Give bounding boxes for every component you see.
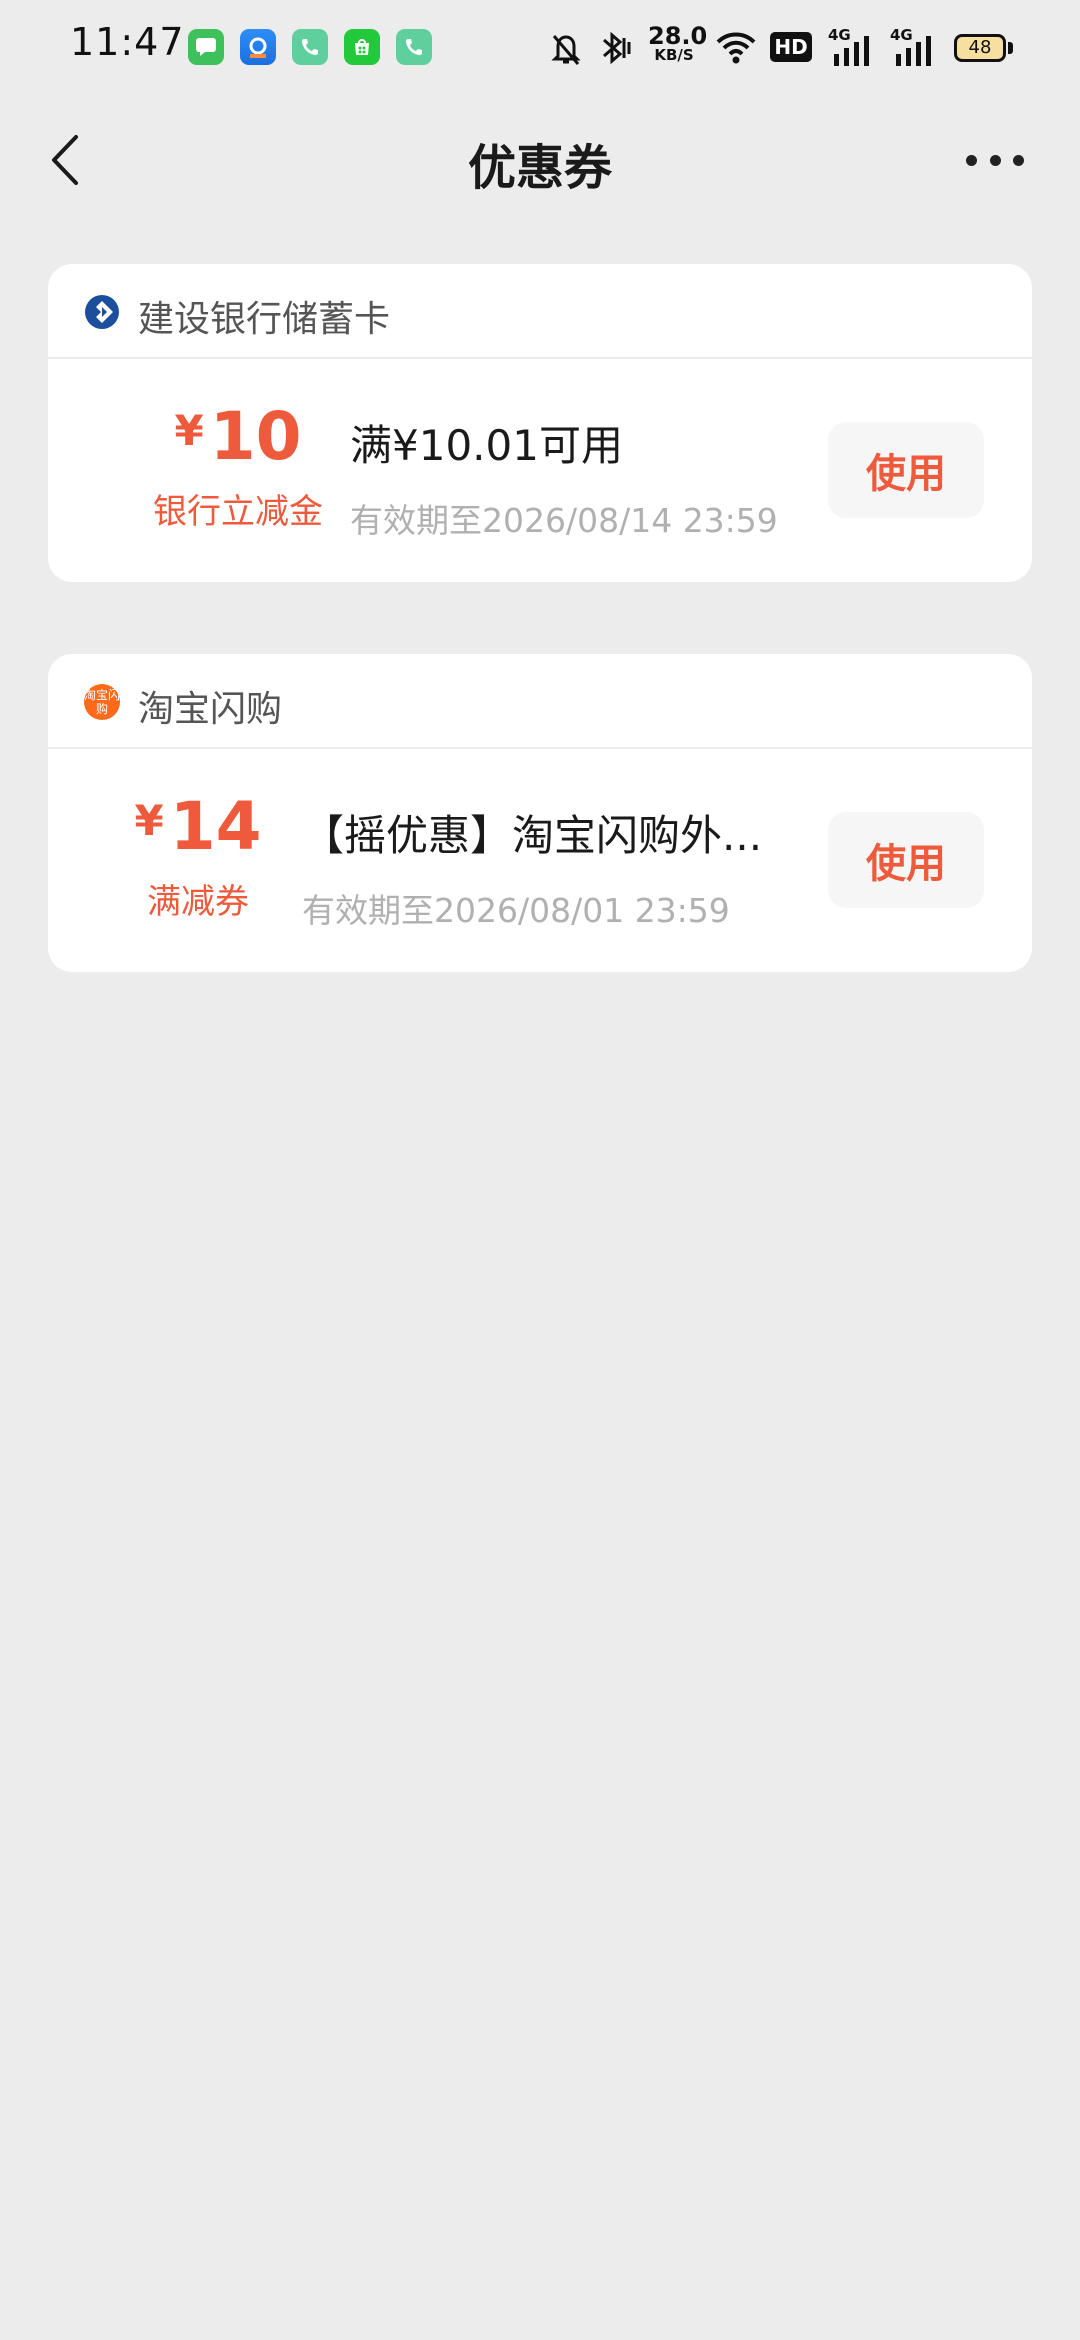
battery-tip: [1008, 42, 1013, 54]
network-speed: 28.0 KB/S: [648, 22, 708, 64]
coupon-amount: ¥14 满减券: [98, 794, 298, 923]
ccb-bank-icon: [85, 295, 119, 329]
page-title: 优惠券: [467, 140, 612, 196]
coupon-card-header: 建设银行储蓄卡: [48, 264, 1032, 359]
nav-bar: 优惠券: [0, 110, 1080, 210]
signal-4g-icon: 4G: [890, 26, 938, 70]
coupon-card[interactable]: 淘宝闪购 淘宝闪购 ¥14 满减券 【摇优惠】淘宝闪购外... 有效期至2026…: [48, 654, 1032, 972]
currency-symbol: ¥: [134, 796, 164, 845]
currency-symbol: ¥: [174, 406, 204, 455]
network-speed-unit: KB/S: [654, 46, 694, 64]
use-button[interactable]: 使用: [828, 422, 984, 518]
issuer-name: 淘宝闪购: [138, 689, 283, 730]
taobao-shangou-icon: 淘宝闪购: [84, 684, 120, 720]
more-button[interactable]: [960, 138, 1030, 182]
phone-icon: [396, 29, 432, 65]
signal-4g-icon: 4G: [828, 26, 876, 70]
status-time: 11:47: [70, 20, 185, 64]
coupon-validity: 有效期至2026/08/01 23:59: [302, 891, 730, 930]
coupon-condition: 【摇优惠】淘宝闪购外...: [302, 811, 763, 860]
issuer-name: 建设银行储蓄卡: [138, 299, 391, 340]
status-bar: 11:47 28.0 KB/S HD 4G 4G 48: [0, 0, 1080, 96]
messages-icon: [188, 29, 224, 65]
use-button[interactable]: 使用: [828, 812, 984, 908]
more-horizontal-icon: [1013, 154, 1024, 166]
hd-badge: HD: [770, 32, 812, 62]
app-store-icon: [344, 29, 380, 65]
coupon-card-header: 淘宝闪购 淘宝闪购: [48, 654, 1032, 749]
coupon-validity: 有效期至2026/08/14 23:59: [350, 501, 778, 540]
wifi-icon: [714, 26, 758, 70]
coupon-amount: ¥10 银行立减金: [98, 404, 378, 533]
more-horizontal-icon: [989, 154, 1001, 166]
bluetooth-icon: [596, 26, 636, 70]
more-horizontal-icon: [966, 154, 977, 166]
coupon-type: 银行立减金: [153, 492, 323, 532]
battery-icon: 48: [954, 34, 1006, 62]
network-speed-value: 28.0: [648, 22, 708, 50]
coupon-condition: 满¥10.01可用: [350, 421, 623, 470]
silent-bell-icon: [548, 26, 584, 70]
phone-icon: [292, 29, 328, 65]
amount-value: 10: [209, 398, 302, 475]
app-icon: [240, 29, 276, 65]
coupon-type: 满减券: [147, 882, 249, 922]
coupon-card[interactable]: 建设银行储蓄卡 ¥10 银行立减金 满¥10.01可用 有效期至2026/08/…: [48, 264, 1032, 582]
amount-value: 14: [169, 788, 262, 865]
